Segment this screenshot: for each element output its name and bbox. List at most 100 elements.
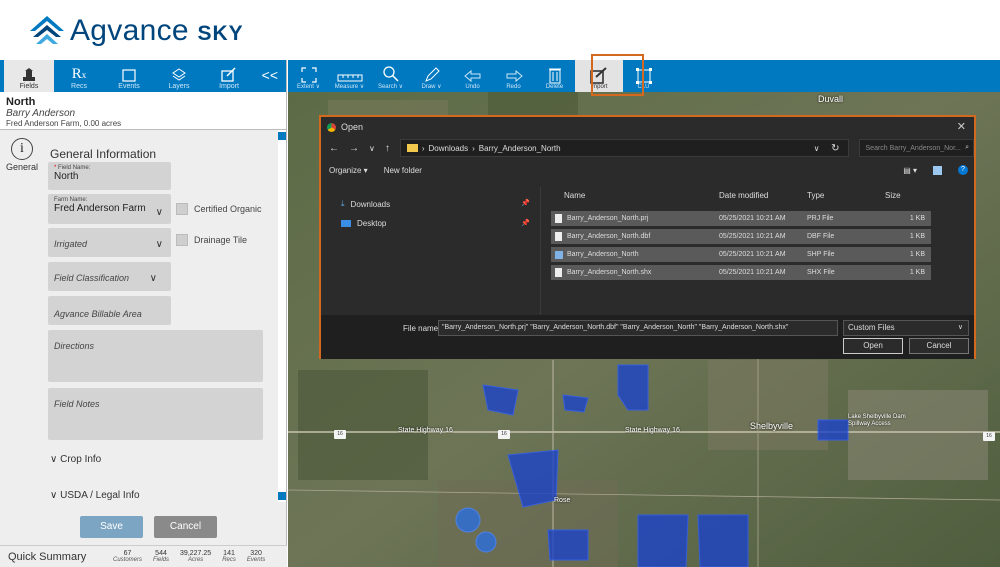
preview-pane-icon[interactable] [933,165,942,175]
save-button[interactable]: Save [80,516,143,538]
chevron-down-icon: ∨ [957,324,963,331]
up-arrow-icon[interactable]: ↑ [385,143,390,154]
organize-menu[interactable]: Organize ▾ [329,166,368,175]
certified-organic-row[interactable]: Certified Organic [176,203,262,215]
left-panel: Fields Rx Recs Events Layers Import << N… [0,60,287,567]
farm-name-select[interactable]: Farm Name: Fred Anderson Farm ∨ [48,194,171,224]
path-dropdown-icon[interactable]: ∨ [814,144,820,153]
delete-button[interactable]: Delete [534,60,575,92]
field-name-title: North [6,96,36,108]
refresh-icon[interactable]: ↻ [831,143,839,154]
tab-layers[interactable]: Layers [154,60,204,92]
pin-icon: 📌 [521,200,530,207]
measure-button[interactable]: Measure ∨ [329,60,370,92]
map-label-rose: Rose [554,497,571,504]
breadcrumb-separator: › [421,143,425,153]
col-header-type[interactable]: Type [807,191,824,200]
dialog-title-bar: Open [321,117,974,137]
certified-organic-checkbox[interactable] [176,203,188,215]
file-row[interactable]: Barry_Anderson_North.dbf 05/25/2021 10:2… [551,229,931,244]
tab-fields[interactable]: Fields [4,60,54,92]
nav-item-desktop[interactable]: Desktop [341,219,386,228]
form-scrollbar[interactable] [278,130,286,502]
nav-item-downloads[interactable]: ⤓ Downloads [341,199,390,209]
chevron-down-icon: ∨ [149,273,157,284]
redo-button[interactable]: Redo [493,60,534,92]
col-header-date[interactable]: Date modified [719,191,768,200]
stat-acres: 39,227.25 Acres [180,550,212,563]
breadcrumb-downloads[interactable]: Downloads [429,144,469,153]
search-button[interactable]: Search ∨ [370,60,411,92]
forward-arrow-icon[interactable]: → [349,143,359,154]
dialog-close-icon[interactable]: ✕ [957,120,966,133]
chrome-icon [327,122,336,132]
undo-button[interactable]: Undo [452,60,493,92]
drainage-tile-checkbox[interactable] [176,234,188,246]
field-name-field[interactable]: * Field Name: North [48,162,171,190]
drainage-tile-row[interactable]: Drainage Tile [176,234,247,246]
file-list: Name Date modified Type Size Barry_Ander… [543,187,974,315]
file-icon [555,214,562,223]
field-name-value: North [54,171,79,182]
farm-name-value: Fred Anderson Farm [54,203,146,214]
agvance-logo-icon [30,16,64,44]
field-header: North Barry Anderson Fred Anderson Farm,… [0,92,286,130]
file-name-label: File name: [403,324,441,333]
quick-summary-title: Quick Summary [8,550,87,563]
dialog-body: ⤓ Downloads 📌 Desktop 📌 Name Date modifi… [321,187,974,315]
view-options-icon[interactable]: ▤ ▾ [903,166,917,175]
irrigated-select[interactable]: Irrigated ∨ [48,228,171,257]
file-name-input[interactable]: "Barry_Anderson_North.prj" "Barry_Anders… [438,320,838,336]
file-row[interactable]: Barry_Anderson_North.prj 05/25/2021 10:2… [551,211,931,226]
help-icon[interactable]: ? [958,165,968,175]
collapse-panel-button[interactable]: << [262,67,278,83]
path-breadcrumb[interactable]: › Downloads › Barry_Anderson_North ∨ ↻ [399,139,849,157]
breadcrumb-separator: › [472,143,475,153]
app-header: Agvance SKY [0,0,1000,60]
file-icon [555,268,562,277]
download-icon: ⤓ [341,199,345,208]
recent-dropdown-icon[interactable]: ∨ [369,144,375,153]
field-notes-field[interactable]: Field Notes [48,388,263,440]
open-file-dialog: Open ✕ ← → ∨ ↑ › Downloads › Barry_Ander… [319,115,976,359]
cancel-button[interactable]: Cancel [154,516,217,538]
search-icon: ⌕ [965,144,969,151]
tab-recs[interactable]: Rx Recs [54,60,104,92]
grower-name: Barry Anderson [6,108,76,119]
file-row[interactable]: Barry_Anderson_North 05/25/2021 10:21 AM… [551,247,931,262]
new-folder-button[interactable]: New folder [384,166,422,175]
directions-field[interactable]: Directions [48,330,263,382]
import-highlight-box [591,54,644,96]
col-header-name[interactable]: Name [564,191,585,200]
highway-shield: 16 [334,430,346,439]
side-tab-general[interactable]: i General [0,138,44,172]
extent-button[interactable]: Extent ∨ [288,60,329,92]
section-title-general: General Information [50,147,157,161]
crop-info-toggle[interactable]: ∨ Crop Info [50,454,101,465]
scroll-down-marker[interactable] [278,492,286,500]
file-row[interactable]: Barry_Anderson_North.shx 05/25/2021 10:2… [551,265,931,280]
back-arrow-icon[interactable]: ← [329,143,339,154]
billable-area-field[interactable]: Agvance Billable Area [48,296,171,325]
chevron-down-icon: ∨ [50,454,58,465]
chevron-down-icon: ∨ [155,239,163,250]
file-icon [555,232,562,241]
dialog-search-input[interactable]: Search Barry_Anderson_Nor... ⌕ [858,139,974,157]
open-button[interactable]: Open [843,338,903,354]
dialog-footer: File name: "Barry_Anderson_North.prj" "B… [321,315,974,359]
dialog-cancel-button[interactable]: Cancel [909,338,969,354]
tab-import[interactable]: Import [204,60,254,92]
file-type-select[interactable]: Custom Files ∨ [843,320,969,336]
scroll-up-marker[interactable] [278,132,286,140]
col-header-size[interactable]: Size [885,191,901,200]
draw-button[interactable]: Draw ∨ [411,60,452,92]
field-classification-select[interactable]: Field Classification ∨ [48,262,171,291]
stat-fields: 544 Fields [153,550,170,563]
usda-legal-toggle[interactable]: ∨ USDA / Legal Info [50,490,140,501]
tab-events[interactable]: Events [104,60,154,92]
dialog-toolbar: Organize ▾ New folder ▤ ▾ ? [321,159,974,181]
breadcrumb-folder[interactable]: Barry_Anderson_North [479,144,561,153]
map-label-highway-left: State Highway 16 [398,427,453,434]
pencil-icon [424,67,440,82]
info-icon: i [11,138,33,160]
